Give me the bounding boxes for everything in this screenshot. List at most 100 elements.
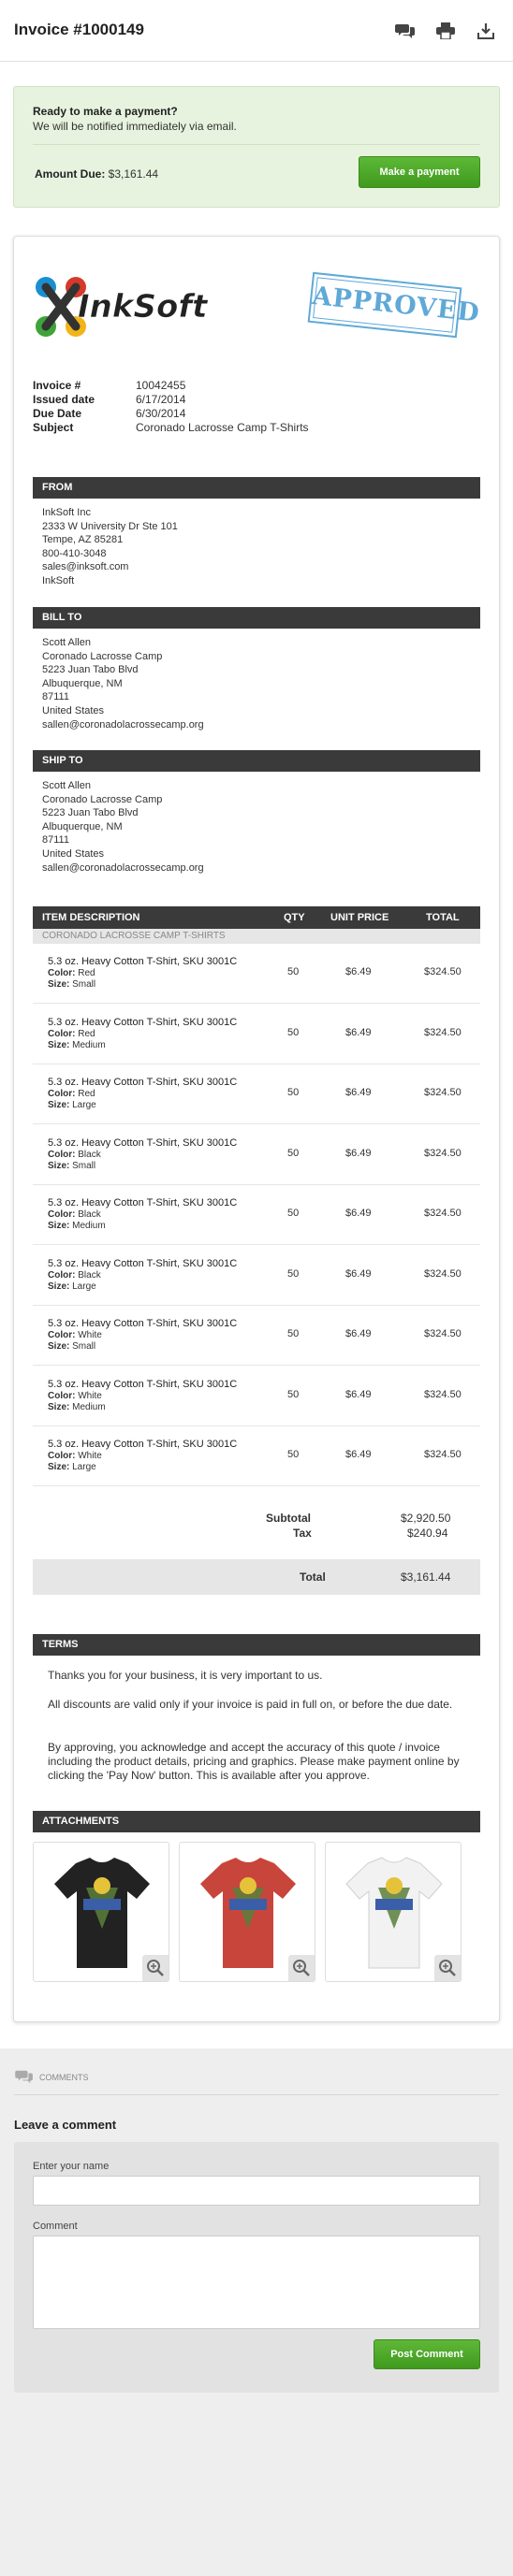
table-row: 5.3 oz. Heavy Cotton T-Shirt, SKU 3001C … bbox=[33, 1426, 480, 1486]
size-value: Large bbox=[72, 1100, 96, 1110]
color-value: Red bbox=[78, 968, 95, 978]
item-total: $324.50 bbox=[424, 1208, 462, 1219]
item-name: 5.3 oz. Heavy Cotton T-Shirt, SKU 3001C bbox=[48, 1197, 238, 1208]
from-address: InkSoft Inc 2333 W University Dr Ste 101 T… bbox=[42, 506, 178, 588]
size-value: Large bbox=[72, 1462, 96, 1472]
from-heading: FROM bbox=[33, 477, 480, 499]
zoom-icon[interactable] bbox=[288, 1955, 315, 1981]
ship-to-address: Scott Allen Coronado Lacrosse Camp 5223 Ju… bbox=[42, 779, 204, 875]
color-value: Red bbox=[78, 1028, 95, 1039]
item-description: 5.3 oz. Heavy Cotton T-Shirt, SKU 3001C … bbox=[48, 1076, 237, 1111]
item-name: 5.3 oz. Heavy Cotton T-Shirt, SKU 3001C bbox=[48, 1378, 238, 1390]
total-value: $3,161.44 bbox=[401, 1570, 451, 1584]
item-name: 5.3 oz. Heavy Cotton T-Shirt, SKU 3001C bbox=[48, 956, 238, 967]
item-unit-price: $6.49 bbox=[345, 1087, 372, 1098]
item-color: Color: Black bbox=[48, 1209, 237, 1221]
comments-bar: COMMENTS bbox=[14, 2065, 499, 2095]
download-icon[interactable] bbox=[477, 22, 496, 39]
attachments-heading: ATTACHMENTS bbox=[33, 1811, 480, 1832]
table-row: 5.3 oz. Heavy Cotton T-Shirt, SKU 3001C … bbox=[33, 1185, 480, 1245]
item-color: Color: Red bbox=[48, 1089, 237, 1100]
item-size: Size: Small bbox=[48, 979, 237, 991]
post-comment-button[interactable]: Post Comment bbox=[374, 2339, 480, 2369]
comment-label: Comment bbox=[33, 2221, 78, 2232]
item-size: Size: Small bbox=[48, 1341, 237, 1353]
item-description: 5.3 oz. Heavy Cotton T-Shirt, SKU 3001C … bbox=[48, 1257, 237, 1293]
address-line: Albuquerque, NM bbox=[42, 820, 123, 832]
attachment-thumbnail[interactable] bbox=[179, 1842, 315, 1982]
name-input[interactable] bbox=[33, 2176, 480, 2206]
print-icon[interactable] bbox=[436, 22, 455, 40]
item-description: 5.3 oz. Heavy Cotton T-Shirt, SKU 3001C … bbox=[48, 1016, 237, 1051]
color-value: Black bbox=[78, 1209, 101, 1220]
items-table-header: ITEM DESCRIPTION QTY UNIT PRICE TOTAL bbox=[33, 906, 480, 929]
address-line: United States bbox=[42, 847, 105, 860]
item-total: $324.50 bbox=[424, 1267, 462, 1280]
col-item-description: ITEM DESCRIPTION bbox=[42, 912, 140, 923]
comment-textarea[interactable] bbox=[33, 2236, 480, 2329]
address-line: 87111 bbox=[42, 834, 69, 847]
attachment-thumbnail[interactable] bbox=[325, 1842, 462, 1982]
name-label: Enter your name bbox=[33, 2161, 110, 2172]
payment-title: Ready to make a payment? bbox=[33, 105, 178, 118]
zoom-icon[interactable] bbox=[142, 1955, 169, 1981]
grand-total-row: Total $3,161.44 bbox=[33, 1559, 480, 1595]
payment-divider bbox=[33, 144, 480, 145]
item-unit-price: $6.49 bbox=[345, 966, 372, 977]
meta-row: Subject Coronado Lacrosse Camp T-Shirts bbox=[33, 421, 309, 435]
item-size: Size: Small bbox=[48, 1161, 237, 1172]
color-label: Color: bbox=[48, 1089, 76, 1099]
subtotal-label: Subtotal bbox=[266, 1512, 311, 1525]
meta-value: Coronado Lacrosse Camp T-Shirts bbox=[136, 421, 309, 434]
address-line: Coronado Lacrosse Camp bbox=[42, 650, 163, 662]
item-unit-price: $6.49 bbox=[345, 1449, 372, 1460]
item-qty: 50 bbox=[287, 1267, 300, 1280]
address-line: Coronado Lacrosse Camp bbox=[42, 793, 163, 805]
address-line: sallen@coronadolacrossecamp.org bbox=[42, 718, 204, 731]
zoom-icon[interactable] bbox=[434, 1955, 461, 1981]
item-qty: 50 bbox=[287, 1388, 300, 1400]
payment-subtitle: We will be notified immediately via emai… bbox=[33, 120, 237, 133]
color-value: White bbox=[78, 1451, 102, 1461]
terms-paragraph: By approving, you acknowledge and accept… bbox=[48, 1741, 460, 1782]
item-description: 5.3 oz. Heavy Cotton T-Shirt, SKU 3001C … bbox=[48, 955, 237, 991]
item-total: $324.50 bbox=[424, 1328, 462, 1339]
item-description: 5.3 oz. Heavy Cotton T-Shirt, SKU 3001C … bbox=[48, 1317, 237, 1353]
meta-value: 6/17/2014 bbox=[136, 393, 186, 406]
item-description: 5.3 oz. Heavy Cotton T-Shirt, SKU 3001C … bbox=[48, 1136, 237, 1172]
comments-icon[interactable] bbox=[395, 22, 415, 39]
item-total: $324.50 bbox=[424, 1087, 462, 1098]
invoice-meta: Invoice #10042455 Issued date 6/17/2014 Due… bbox=[33, 379, 309, 435]
color-value: Black bbox=[78, 1149, 101, 1160]
attachment-thumbnail[interactable] bbox=[33, 1842, 169, 1982]
table-row: 5.3 oz. Heavy Cotton T-Shirt, SKU 3001C … bbox=[33, 1125, 480, 1185]
address-line: InkSoft Inc bbox=[42, 507, 91, 518]
size-label: Size: bbox=[48, 1100, 70, 1110]
color-label: Color: bbox=[48, 1269, 76, 1281]
item-unit-price: $6.49 bbox=[345, 1328, 372, 1339]
meta-key: Subject bbox=[33, 421, 74, 434]
make-payment-button[interactable]: Make a payment bbox=[359, 156, 480, 188]
address-line: Tempe, AZ 85281 bbox=[42, 534, 124, 546]
table-row: 5.3 oz. Heavy Cotton T-Shirt, SKU 3001C … bbox=[33, 1064, 480, 1124]
size-label: Size: bbox=[48, 1221, 70, 1231]
item-size: Size: Large bbox=[48, 1462, 237, 1473]
item-name: 5.3 oz. Heavy Cotton T-Shirt, SKU 3001C bbox=[48, 1136, 238, 1149]
meta-value: 10042455 bbox=[136, 379, 186, 392]
bill-to-address: Scott Allen Coronado Lacrosse Camp 5223 Ju… bbox=[42, 636, 204, 731]
table-row: 5.3 oz. Heavy Cotton T-Shirt, SKU 3001C … bbox=[33, 944, 480, 1004]
item-color: Color: Red bbox=[48, 968, 237, 979]
item-size: Size: Medium bbox=[48, 1040, 237, 1051]
bill-to-heading: BILL TO bbox=[33, 607, 480, 629]
size-label: Size: bbox=[48, 1160, 70, 1171]
inksoft-logo: InkSoft bbox=[33, 274, 229, 340]
table-row: 5.3 oz. Heavy Cotton T-Shirt, SKU 3001C … bbox=[33, 1005, 480, 1064]
table-row: 5.3 oz. Heavy Cotton T-Shirt, SKU 3001C … bbox=[33, 1246, 480, 1306]
item-size: Size: Medium bbox=[48, 1402, 237, 1413]
invoice-header: Invoice #1000149 bbox=[0, 0, 513, 62]
item-name: 5.3 oz. Heavy Cotton T-Shirt, SKU 3001C bbox=[48, 1439, 238, 1450]
item-unit-price: $6.49 bbox=[345, 1147, 372, 1159]
color-label: Color: bbox=[48, 968, 76, 978]
size-value: Small bbox=[72, 1160, 96, 1171]
item-description: 5.3 oz. Heavy Cotton T-Shirt, SKU 3001C … bbox=[48, 1378, 237, 1413]
